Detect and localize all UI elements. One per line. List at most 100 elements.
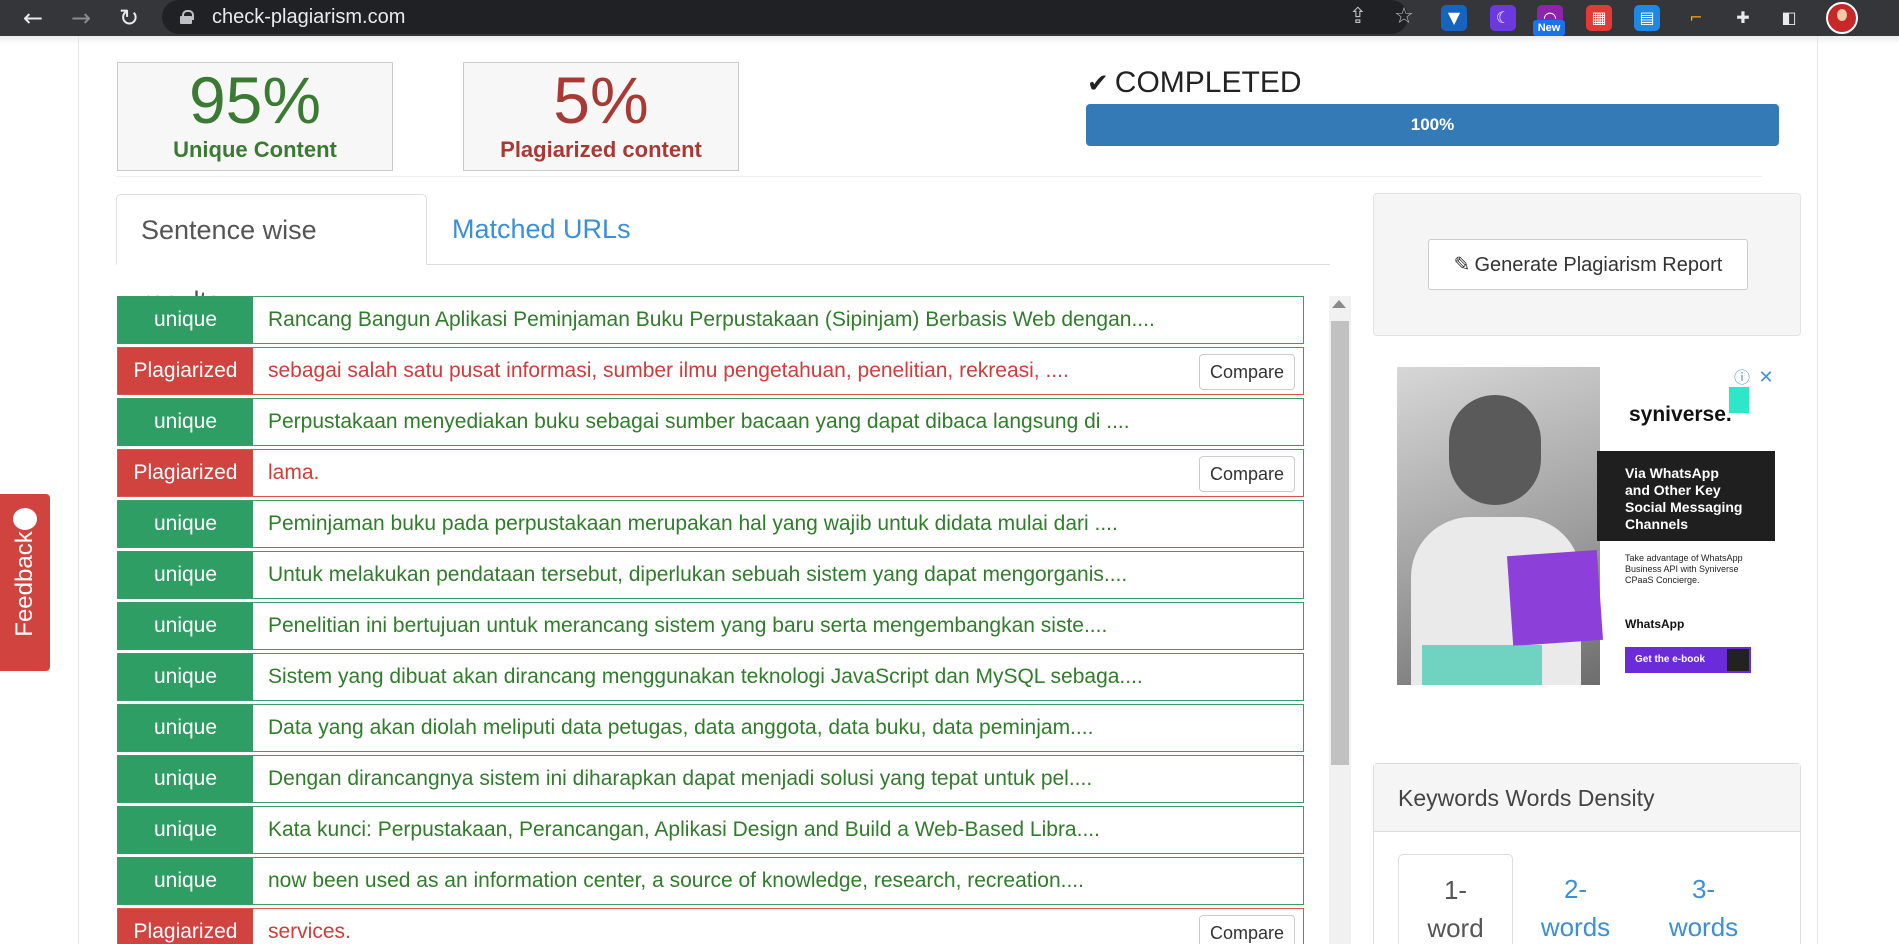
ad-body: Take advantage of WhatsApp Business API … — [1625, 553, 1743, 585]
sentence-text: sebagai salah satu pusat informasi, sumb… — [268, 359, 1069, 382]
sentence-text: Penelitian ini bertujuan untuk merancang… — [268, 614, 1108, 637]
unique-label: Unique Content — [173, 137, 337, 162]
advertisement[interactable]: syniverse. Via WhatsApp and Other Key So… — [1397, 367, 1781, 685]
table-row: Plagiarized services. Compare — [117, 908, 1304, 944]
document-extension-icon[interactable]: ▤ — [1634, 5, 1660, 31]
ad-info-icon[interactable]: ⓘ — [1731, 367, 1753, 389]
unique-badge: unique — [118, 297, 253, 343]
table-row: unique Sistem yang dibuat akan dirancang … — [117, 653, 1304, 701]
sentence-text: now been used as an information center, … — [268, 869, 1084, 892]
keywords-density-title: Keywords Words Density — [1374, 764, 1800, 832]
check-icon: ✔ — [1087, 69, 1109, 99]
pencil-icon: ✎ — [1453, 252, 1471, 276]
progress-bar: 100% — [1086, 104, 1779, 146]
tab-3-words[interactable]: 3- words — [1646, 854, 1761, 944]
feedback-tab[interactable]: Feedback — [0, 494, 50, 671]
unique-badge: unique — [118, 756, 253, 802]
profile-avatar[interactable] — [1826, 2, 1858, 34]
tab-matched-urls[interactable]: Matched URLs — [428, 194, 655, 265]
new-badge: New — [1533, 20, 1565, 36]
shield-extension-icon[interactable]: ▼ — [1441, 5, 1467, 31]
completed-status: ✔ COMPLETED — [1087, 66, 1302, 100]
crop-extension-icon[interactable]: ⌐ — [1683, 5, 1709, 31]
page-shadow — [0, 36, 1899, 44]
ad-headline: Via WhatsApp and Other Key Social Messag… — [1597, 451, 1775, 541]
table-row: unique Peminjaman buku pada perpustakaan … — [117, 500, 1304, 548]
sentence-text: Data yang akan diolah meliputi data petu… — [268, 716, 1094, 739]
progress-fill: 100% — [1086, 104, 1779, 146]
unique-badge: unique — [118, 858, 253, 904]
bookmark-star-icon[interactable]: ☆ — [1391, 4, 1417, 30]
plagiarized-percent: 5% — [553, 63, 649, 137]
compare-button[interactable]: Compare — [1198, 354, 1295, 390]
unique-badge: unique — [118, 807, 253, 853]
section-divider — [116, 176, 1762, 177]
ad-person-head — [1449, 395, 1541, 505]
reload-icon[interactable]: ↻ — [114, 3, 144, 33]
unique-badge: unique — [118, 501, 253, 547]
share-icon[interactable]: ⇪ — [1345, 4, 1371, 30]
chat-bubble-icon — [13, 508, 37, 530]
scrollbar-thumb[interactable] — [1331, 321, 1349, 765]
back-arrow-icon[interactable]: ← — [18, 3, 48, 33]
generate-report-label: Generate Plagiarism Report — [1474, 254, 1723, 276]
table-row: Plagiarized sebagai salah satu pusat info… — [117, 347, 1304, 395]
sentence-text: Sistem yang dibuat akan dirancang menggu… — [268, 665, 1143, 688]
unique-badge: unique — [118, 603, 253, 649]
keywords-density-panel: Keywords Words Density 1- word 2- words … — [1373, 763, 1801, 944]
sentence-text: services. — [268, 920, 351, 943]
sentence-text: Perpustakaan menyediakan buku sebagai su… — [268, 410, 1130, 433]
sentence-text: Rancang Bangun Aplikasi Peminjaman Buku … — [268, 308, 1155, 331]
ad-close-icon[interactable]: ✕ — [1755, 367, 1777, 389]
table-row: unique Dengan dirancangnya sistem ini dih… — [117, 755, 1304, 803]
forward-arrow-icon[interactable]: → — [66, 3, 96, 33]
generate-report-button[interactable]: ✎ Generate Plagiarism Report — [1428, 239, 1748, 290]
table-row: unique Data yang akan diolah meliputi dat… — [117, 704, 1304, 752]
unique-badge: unique — [118, 552, 253, 598]
plagiarized-badge: Plagiarized — [118, 909, 253, 944]
page-border-right — [1817, 36, 1818, 944]
unique-content-box: 95% Unique Content — [117, 62, 393, 171]
unique-badge: unique — [118, 705, 253, 751]
address-bar[interactable]: check-plagiarism.com ⇪ ☆ — [162, 0, 1414, 34]
feedback-label: Feedback — [11, 531, 38, 637]
sentence-text: lama. — [268, 461, 320, 484]
url-text[interactable]: check-plagiarism.com — [212, 6, 405, 29]
scroll-up-arrow-icon[interactable] — [1332, 300, 1346, 308]
tab-2-words[interactable]: 2- words — [1518, 854, 1633, 944]
sentence-text: Dengan dirancangnya sistem ini diharapka… — [268, 767, 1093, 790]
sentence-text: Peminjaman buku pada perpustakaan merupa… — [268, 512, 1118, 535]
table-row: unique Perpustakaan menyediakan buku seba… — [117, 398, 1304, 446]
tab-1-word[interactable]: 1- word — [1398, 854, 1513, 944]
puzzle-extensions-icon[interactable]: ✚ — [1730, 5, 1756, 31]
page-border-left — [78, 36, 79, 944]
plagiarized-content-box: 5% Plagiarized content — [463, 62, 739, 171]
ad-photo — [1397, 367, 1604, 685]
compare-button[interactable]: Compare — [1198, 915, 1295, 944]
ad-brand: syniverse. — [1629, 403, 1732, 426]
ad-cta-button[interactable]: Get the e-book — [1625, 647, 1751, 673]
plagiarized-badge: Plagiarized — [118, 348, 253, 394]
ad-copy: syniverse. Via WhatsApp and Other Key So… — [1597, 377, 1775, 675]
side-panel-icon[interactable]: ◧ — [1776, 5, 1802, 31]
unique-badge: unique — [118, 654, 253, 700]
sentence-text: Untuk melakukan pendataan tersebut, dipe… — [268, 563, 1128, 586]
sentence-text: Kata kunci: Perpustakaan, Perancangan, A… — [268, 818, 1100, 841]
calendar-extension-icon[interactable]: ▦ — [1586, 5, 1612, 31]
unique-percent: 95% — [188, 63, 322, 137]
table-row: unique Rancang Bangun Aplikasi Peminjaman… — [117, 296, 1304, 344]
ad-teal-square — [1729, 387, 1749, 413]
ad-teal-accent — [1422, 645, 1542, 685]
plagiarized-badge: Plagiarized — [118, 450, 253, 496]
tab-sentence-wise-results[interactable]: Sentence wise results — [116, 194, 427, 316]
table-row: unique Kata kunci: Perpustakaan, Perancan… — [117, 806, 1304, 854]
moon-extension-icon[interactable]: ☾ — [1490, 5, 1516, 31]
ad-ebook-image — [1506, 549, 1604, 647]
completed-label: COMPLETED — [1114, 66, 1302, 99]
table-row: Plagiarized lama. Compare — [117, 449, 1304, 497]
table-row: unique now been used as an information ce… — [117, 857, 1304, 905]
ad-whatsapp-logo: WhatsApp — [1625, 617, 1685, 631]
compare-button[interactable]: Compare — [1198, 456, 1295, 492]
unique-badge: unique — [118, 399, 253, 445]
lock-icon[interactable] — [180, 10, 194, 24]
